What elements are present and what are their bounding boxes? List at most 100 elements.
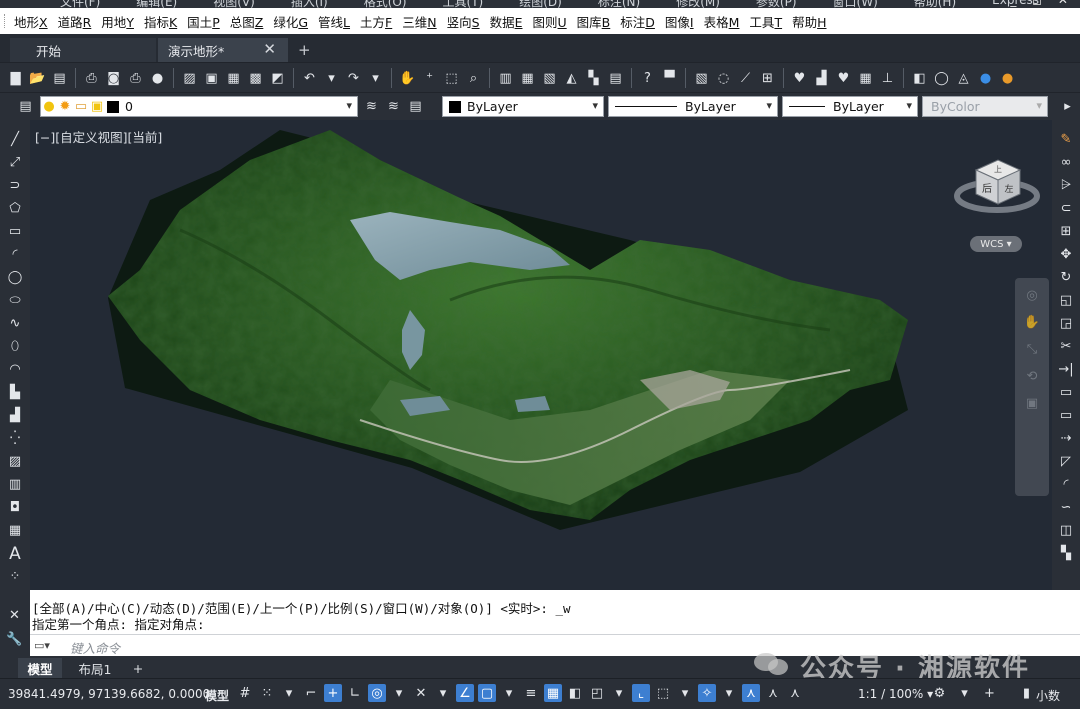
toolbar-overflow-icon[interactable]: ▸ — [1058, 97, 1077, 116]
selection-filter-icon[interactable]: ⬚ — [654, 684, 672, 702]
menu-item[interactable]: 地形X — [14, 12, 48, 31]
draw-order-icon[interactable]: ▚ — [1057, 544, 1076, 563]
lineweight-icon[interactable]: ≡ — [522, 684, 540, 702]
toolbar-icon-e[interactable]: ⊞ — [758, 69, 777, 88]
annotation-monitor-icon[interactable]: + — [980, 684, 999, 703]
match-properties-icon[interactable]: ▩ — [246, 69, 265, 88]
polar-tracking-icon[interactable]: ◎ — [368, 684, 386, 702]
toolbar-icon-d[interactable]: ⟋ — [736, 69, 755, 88]
top-menu-item[interactable]: 格式(O) — [364, 0, 407, 8]
circle-icon[interactable]: ◯ — [6, 268, 25, 287]
top-menu-item[interactable]: 工具(T) — [443, 0, 484, 8]
plotstyle-dropdown[interactable]: ByColor ▾ — [922, 96, 1048, 117]
offset-icon[interactable]: ⊂ — [1057, 199, 1076, 218]
top-menu-item[interactable]: 绘图(D) — [519, 0, 562, 8]
close-icon[interactable]: ✕ — [5, 606, 24, 625]
insert-block-icon[interactable]: ▙ — [6, 383, 25, 402]
stretch-icon[interactable]: ◲ — [1057, 314, 1076, 333]
menu-item[interactable]: 用地Y — [101, 12, 134, 31]
menu-item[interactable]: 三维N — [402, 12, 436, 31]
arc-icon[interactable]: ◜ — [6, 245, 25, 264]
zoom-realtime-icon[interactable]: ⁺ — [420, 69, 439, 88]
table-icon[interactable]: ▦ — [6, 521, 25, 540]
undo-icon[interactable]: ↶ — [300, 69, 319, 88]
menu-item[interactable]: 国土P — [187, 12, 220, 31]
toolbar-icon-n[interactable]: ● — [976, 69, 995, 88]
annotation-scale[interactable]: 1:1 / 100% ▾ — [858, 687, 933, 701]
publish-icon[interactable]: ⎙ — [126, 69, 145, 88]
redo-icon[interactable]: ↷ — [344, 69, 363, 88]
toolbar-icon-b[interactable]: ▧ — [692, 69, 711, 88]
block-editor-icon[interactable]: ◩ — [268, 69, 287, 88]
drawing-viewport[interactable]: [−][自定义视图][当前] 上 后 左 WCS ▾ ◎ ✋ ⤡ ⟲ ▣ — [30, 120, 1052, 590]
ortho-icon[interactable]: ∟ — [346, 684, 364, 702]
add-layout-button[interactable]: + — [126, 658, 150, 678]
blend-curves-icon[interactable]: ∽ — [1057, 498, 1076, 517]
toolbar-icon-f[interactable]: ♥ — [790, 69, 809, 88]
redo-dropdown-icon[interactable]: ▾ — [366, 69, 385, 88]
wrench-icon[interactable]: 🔧 — [5, 630, 24, 649]
pan-icon[interactable]: ✋ — [398, 69, 417, 88]
layer-manager-icon[interactable]: ▤ — [16, 97, 35, 116]
dynamic-input-icon[interactable]: + — [324, 684, 342, 702]
menu-item[interactable]: 图则U — [532, 12, 566, 31]
calculator-icon[interactable]: ▤ — [606, 69, 625, 88]
model-space-button[interactable]: 模型 — [205, 687, 229, 704]
top-menu-item[interactable]: 修改(M) — [676, 0, 720, 8]
object-snap-tracking-icon[interactable]: ∠ — [456, 684, 474, 702]
move-icon[interactable]: ✥ — [1057, 245, 1076, 264]
break-at-point-icon[interactable]: ▭ — [1057, 406, 1076, 425]
gradient-icon[interactable]: ▥ — [6, 475, 25, 494]
menu-item[interactable]: 表格M — [704, 12, 740, 31]
polyline-icon[interactable]: ⊃ — [6, 176, 25, 195]
tool-palettes-icon[interactable]: ▧ — [540, 69, 559, 88]
lineweight-dropdown[interactable]: ByLayer ▾ — [782, 96, 918, 117]
toolbar-icon-o[interactable]: ● — [998, 69, 1017, 88]
top-menu-item[interactable]: 视图(V) — [213, 0, 255, 8]
osnap-dropdown-icon[interactable]: ▾ — [500, 684, 518, 702]
layer-dropdown[interactable]: ● ✹ ▭ ▣ 0 ▾ — [40, 96, 358, 117]
join-icon[interactable]: ⇢ — [1057, 429, 1076, 448]
dynamic-ucs-icon[interactable]: ⌞ — [632, 684, 650, 702]
toolbar-icon-a[interactable]: ▀ — [660, 69, 679, 88]
workspace-dropdown-icon[interactable]: ▾ — [955, 684, 974, 703]
close-icon[interactable]: ✕ — [263, 40, 276, 58]
menu-item[interactable]: 数据E — [490, 12, 523, 31]
color-dropdown[interactable]: ByLayer ▾ — [442, 96, 604, 117]
menu-item[interactable]: 总图Z — [230, 12, 264, 31]
grid-icon[interactable]: # — [236, 684, 254, 702]
add-tab-button[interactable]: + — [298, 41, 311, 59]
selection-filter-dropdown-icon[interactable]: ▾ — [676, 684, 694, 702]
menubar-grip[interactable] — [4, 14, 8, 28]
3d-dwf-icon[interactable]: ● — [148, 69, 167, 88]
copy-icon[interactable]: ▣ — [202, 69, 221, 88]
annotation-scale-icon[interactable]: ⋏ — [786, 684, 804, 702]
wcs-menu[interactable]: WCS ▾ — [970, 236, 1022, 252]
toolbar-icon-g[interactable]: ▟ — [812, 69, 831, 88]
print-icon[interactable]: ⎙ — [82, 69, 101, 88]
menu-item[interactable]: 管线L — [318, 12, 350, 31]
3d-osnap-icon[interactable]: ◰ — [588, 684, 606, 702]
cursor-coordinates[interactable]: 39841.4979, 97139.6682, 0.0000 — [8, 687, 210, 701]
top-menu-item[interactable]: 插入(I) — [291, 0, 328, 8]
gear-icon[interactable]: ⚙ — [930, 684, 949, 703]
ellipse-icon[interactable]: ⬯ — [6, 337, 25, 356]
top-menu-item[interactable]: 文件(F) — [60, 0, 100, 8]
zoom-extents-icon[interactable]: ⤡ — [1023, 340, 1042, 359]
tab-model[interactable]: 模型 — [18, 658, 62, 678]
menu-item[interactable]: 指标K — [144, 12, 177, 31]
tab-start[interactable]: 开始 — [10, 38, 156, 62]
undo-dropdown-icon[interactable]: ▾ — [322, 69, 341, 88]
toolbar-icon-l[interactable]: ◯ — [932, 69, 951, 88]
steering-wheel-icon[interactable]: ◎ — [1023, 286, 1042, 305]
point-icon[interactable]: ⁛ — [6, 429, 25, 448]
isodraft-icon[interactable]: ✕ — [412, 684, 430, 702]
auto-scale-icon[interactable]: ⋏ — [764, 684, 782, 702]
orbit-icon[interactable]: ⟲ — [1023, 367, 1042, 386]
top-menu-item[interactable]: 标注(N) — [598, 0, 640, 8]
menu-item[interactable]: 图库B — [577, 12, 611, 31]
paste-icon[interactable]: ▦ — [224, 69, 243, 88]
rotate-icon[interactable]: ↻ — [1057, 268, 1076, 287]
toolbar-icon-c[interactable]: ◌ — [714, 69, 733, 88]
3d-osnap-dropdown-icon[interactable]: ▾ — [610, 684, 628, 702]
